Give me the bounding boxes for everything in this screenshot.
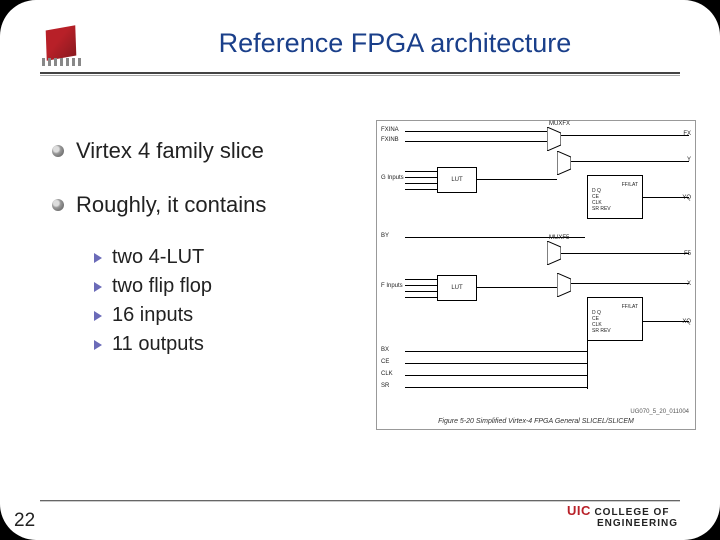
figure-code: UG070_5_20_011004	[630, 409, 689, 415]
lut-block: LUT	[437, 167, 477, 193]
diagram-column: FXINA FXINB G Inputs BY F Inputs BX CE C…	[376, 120, 696, 480]
sub-bullet-item: 11 outputs	[94, 333, 360, 356]
triangle-bullet-icon	[94, 282, 102, 292]
pin-label: SR	[381, 383, 389, 389]
uic-logo: UIC COLLEGE OF ENGINEERING	[567, 504, 678, 530]
figure-caption: Figure 5-20 Simplified Virtex-4 FPGA Gen…	[438, 418, 634, 425]
bullet-text: Virtex 4 family slice	[76, 138, 264, 164]
page-number: 22	[14, 510, 35, 532]
sub-bullet-item: two 4-LUT	[94, 246, 360, 269]
body: Virtex 4 family slice Roughly, it contai…	[70, 120, 680, 480]
sub-bullet-item: two flip flop	[94, 275, 360, 298]
sub-bullet-item: 16 inputs	[94, 304, 360, 327]
fpga-slice-diagram: FXINA FXINB G Inputs BY F Inputs BX CE C…	[376, 120, 696, 430]
bullet-item: Roughly, it contains	[52, 192, 360, 218]
mux-icon	[547, 241, 561, 265]
pin-label: YQ	[682, 195, 691, 201]
pin-label: X	[687, 281, 691, 287]
pin-label: Y	[687, 157, 691, 163]
block-label: MUXF5	[549, 235, 569, 241]
pin-label: F5	[684, 251, 691, 257]
header: Reference FPGA architecture	[0, 0, 720, 68]
sub-bullet-text: 16 inputs	[112, 304, 193, 327]
slide: Reference FPGA architecture Virtex 4 fam…	[0, 0, 720, 540]
pin-label: CLK	[381, 371, 393, 377]
pin-label: FXINA	[381, 127, 399, 133]
flipflop-block: FF/LAT D Q CE CLK SR REV	[587, 175, 643, 219]
bullet-text: Roughly, it contains	[76, 192, 266, 218]
pin-label: FXINB	[381, 137, 399, 143]
mux-icon	[557, 151, 571, 175]
triangle-bullet-icon	[94, 311, 102, 321]
pin-label: BX	[381, 347, 389, 353]
bullet-dot-icon	[52, 145, 64, 157]
flipflop-block: FF/LAT D Q CE CLK SR REV	[587, 297, 643, 341]
text-column: Virtex 4 family slice Roughly, it contai…	[70, 120, 360, 480]
title-rule	[40, 72, 680, 76]
mux-icon	[547, 127, 561, 151]
sub-bullet-list: two 4-LUT two flip flop 16 inputs 11 out…	[94, 246, 360, 356]
chip-logo-icon	[40, 22, 86, 68]
pin-label: CE	[381, 359, 389, 365]
pin-label: FX	[683, 131, 691, 137]
block-label: MUXFX	[549, 121, 570, 127]
bullet-dot-icon	[52, 199, 64, 211]
footer-rule	[40, 500, 680, 502]
sub-bullet-text: two 4-LUT	[112, 246, 204, 269]
sub-bullet-text: 11 outputs	[112, 333, 204, 356]
pin-label: G Inputs	[381, 175, 404, 181]
slide-title: Reference FPGA architecture	[110, 22, 680, 59]
sub-bullet-text: two flip flop	[112, 275, 212, 298]
triangle-bullet-icon	[94, 253, 102, 263]
triangle-bullet-icon	[94, 340, 102, 350]
bullet-item: Virtex 4 family slice	[52, 138, 360, 164]
pin-label: F Inputs	[381, 283, 403, 289]
pin-label: XQ	[682, 319, 691, 325]
mux-icon	[557, 273, 571, 297]
pin-label: BY	[381, 233, 389, 239]
lut-block: LUT	[437, 275, 477, 301]
